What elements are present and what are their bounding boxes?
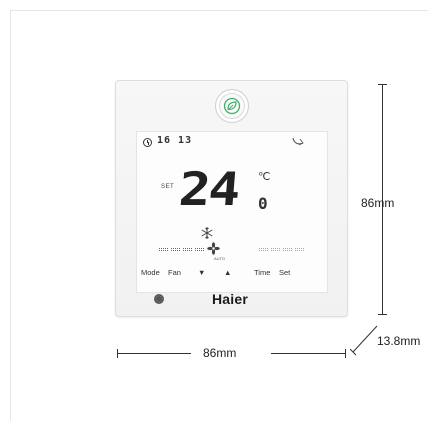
auto-indicator: AUTO	[214, 256, 226, 261]
thermostat-panel: 16 13 SET 24 ℃ 0 AUTO Mode Fan ▼ ▲ Time …	[115, 80, 348, 317]
depth-dimension-line	[350, 325, 378, 356]
fan-button[interactable]: Fan	[168, 268, 181, 277]
width-dimension-cap	[345, 349, 346, 358]
down-button[interactable]: ▼	[198, 268, 205, 277]
height-dimension-cap	[378, 314, 387, 315]
snowflake-icon	[201, 227, 213, 239]
swing-icon	[292, 137, 304, 146]
fan-icon	[207, 242, 220, 255]
height-label: 86mm	[361, 196, 395, 210]
set-indicator: SET	[161, 184, 175, 190]
time-button[interactable]: Time	[254, 268, 270, 277]
fan-speed-bar	[159, 245, 307, 255]
brand-logo: Haier	[212, 291, 249, 307]
temperature-unit: ℃	[258, 170, 271, 183]
eco-button[interactable]	[215, 89, 249, 123]
set-button[interactable]: Set	[279, 268, 290, 277]
temperature-decimal: 0	[258, 194, 268, 213]
up-button[interactable]: ▲	[224, 268, 231, 277]
leaf-icon	[223, 97, 241, 115]
button-labels: Mode Fan ▼ ▲ Time Set	[141, 268, 325, 282]
mode-button[interactable]: Mode	[141, 268, 160, 277]
temperature-readout: 24	[176, 162, 241, 216]
power-icon[interactable]	[153, 293, 165, 305]
depth-label: 13.8mm	[377, 334, 421, 348]
width-dimension-cap	[117, 349, 118, 358]
time-display: 16 13	[157, 135, 193, 146]
height-dimension-cap	[378, 84, 387, 85]
width-label: 86mm	[203, 346, 237, 360]
clock-icon	[143, 138, 152, 147]
width-dimension-line	[117, 353, 191, 354]
lcd-screen: 16 13 SET 24 ℃ 0 AUTO Mode Fan ▼ ▲ Time …	[136, 131, 328, 293]
width-dimension-line	[271, 353, 346, 354]
